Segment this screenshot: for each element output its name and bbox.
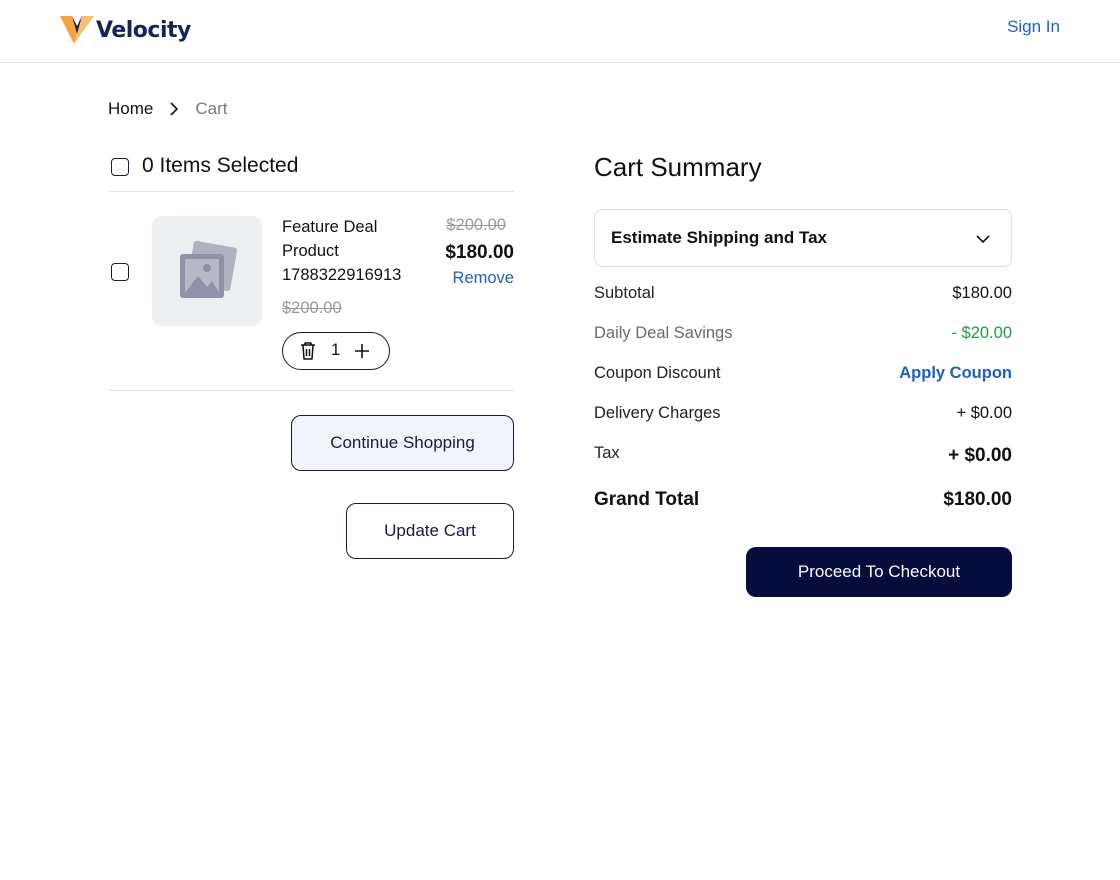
product-thumbnail[interactable] [152, 216, 262, 326]
grand-total-row: Grand Total $180.00 [594, 489, 1012, 513]
item-checkbox[interactable] [111, 263, 129, 281]
update-cart-button[interactable]: Update Cart [346, 503, 514, 559]
plus-icon[interactable] [353, 342, 371, 360]
tax-row: Tax + $0.00 [594, 444, 1012, 468]
items-selected-label: 0 Items Selected [142, 154, 299, 177]
chevron-down-icon [976, 235, 990, 244]
brand-logo[interactable]: Velocity [60, 14, 191, 46]
select-all-checkbox[interactable] [111, 158, 129, 176]
savings-value: - $20.00 [951, 324, 1012, 342]
chevron-right-icon [170, 102, 179, 116]
savings-row: Daily Deal Savings - $20.00 [594, 324, 1012, 348]
coupon-row: Coupon Discount Apply Coupon [594, 364, 1012, 388]
remove-item-link[interactable]: Remove [453, 269, 514, 288]
delivery-row: Delivery Charges + $0.00 [594, 404, 1012, 428]
quantity-value: 1 [331, 341, 341, 359]
estimate-shipping-accordion[interactable]: Estimate Shipping and Tax [594, 209, 1012, 267]
original-price: $200.00 [446, 216, 506, 234]
grand-total-label: Grand Total [594, 489, 700, 510]
sign-in-link[interactable]: Sign In [1007, 17, 1060, 37]
estimate-shipping-label: Estimate Shipping and Tax [611, 228, 827, 247]
subtotal-label: Subtotal [594, 284, 655, 302]
savings-label: Daily Deal Savings [594, 324, 733, 342]
product-name[interactable]: Feature Deal Product 1788322916913 [282, 215, 432, 287]
breadcrumb-home-link[interactable]: Home [108, 99, 153, 119]
proceed-to-checkout-button[interactable]: Proceed To Checkout [746, 547, 1012, 597]
apply-coupon-link[interactable]: Apply Coupon [899, 364, 1012, 383]
delivery-label: Delivery Charges [594, 404, 721, 422]
quantity-stepper: 1 [282, 332, 390, 370]
cart-summary-title: Cart Summary [594, 152, 762, 182]
delivery-value: + $0.00 [956, 404, 1012, 422]
image-placeholder-icon [180, 240, 238, 298]
cart-item: Feature Deal Product 1788322916913 $200.… [108, 192, 514, 391]
brand-name: Velocity [96, 17, 191, 43]
site-header: Velocity Sign In [0, 0, 1120, 63]
tax-label: Tax [594, 444, 620, 462]
select-all-row: 0 Items Selected [108, 152, 514, 192]
coupon-label: Coupon Discount [594, 364, 721, 382]
trash-icon[interactable] [299, 341, 317, 361]
grand-total-value: $180.00 [943, 489, 1012, 510]
subtotal-value: $180.00 [952, 284, 1012, 302]
velocity-v-logo-icon [60, 16, 94, 44]
breadcrumb-current: Cart [195, 99, 228, 118]
tax-value: + $0.00 [948, 445, 1012, 466]
continue-shopping-button[interactable]: Continue Shopping [291, 415, 514, 471]
subtotal-row: Subtotal $180.00 [594, 284, 1012, 308]
sale-price: $180.00 [445, 242, 514, 263]
product-unit-price: $200.00 [282, 299, 342, 317]
breadcrumb: Home Cart [108, 98, 227, 120]
